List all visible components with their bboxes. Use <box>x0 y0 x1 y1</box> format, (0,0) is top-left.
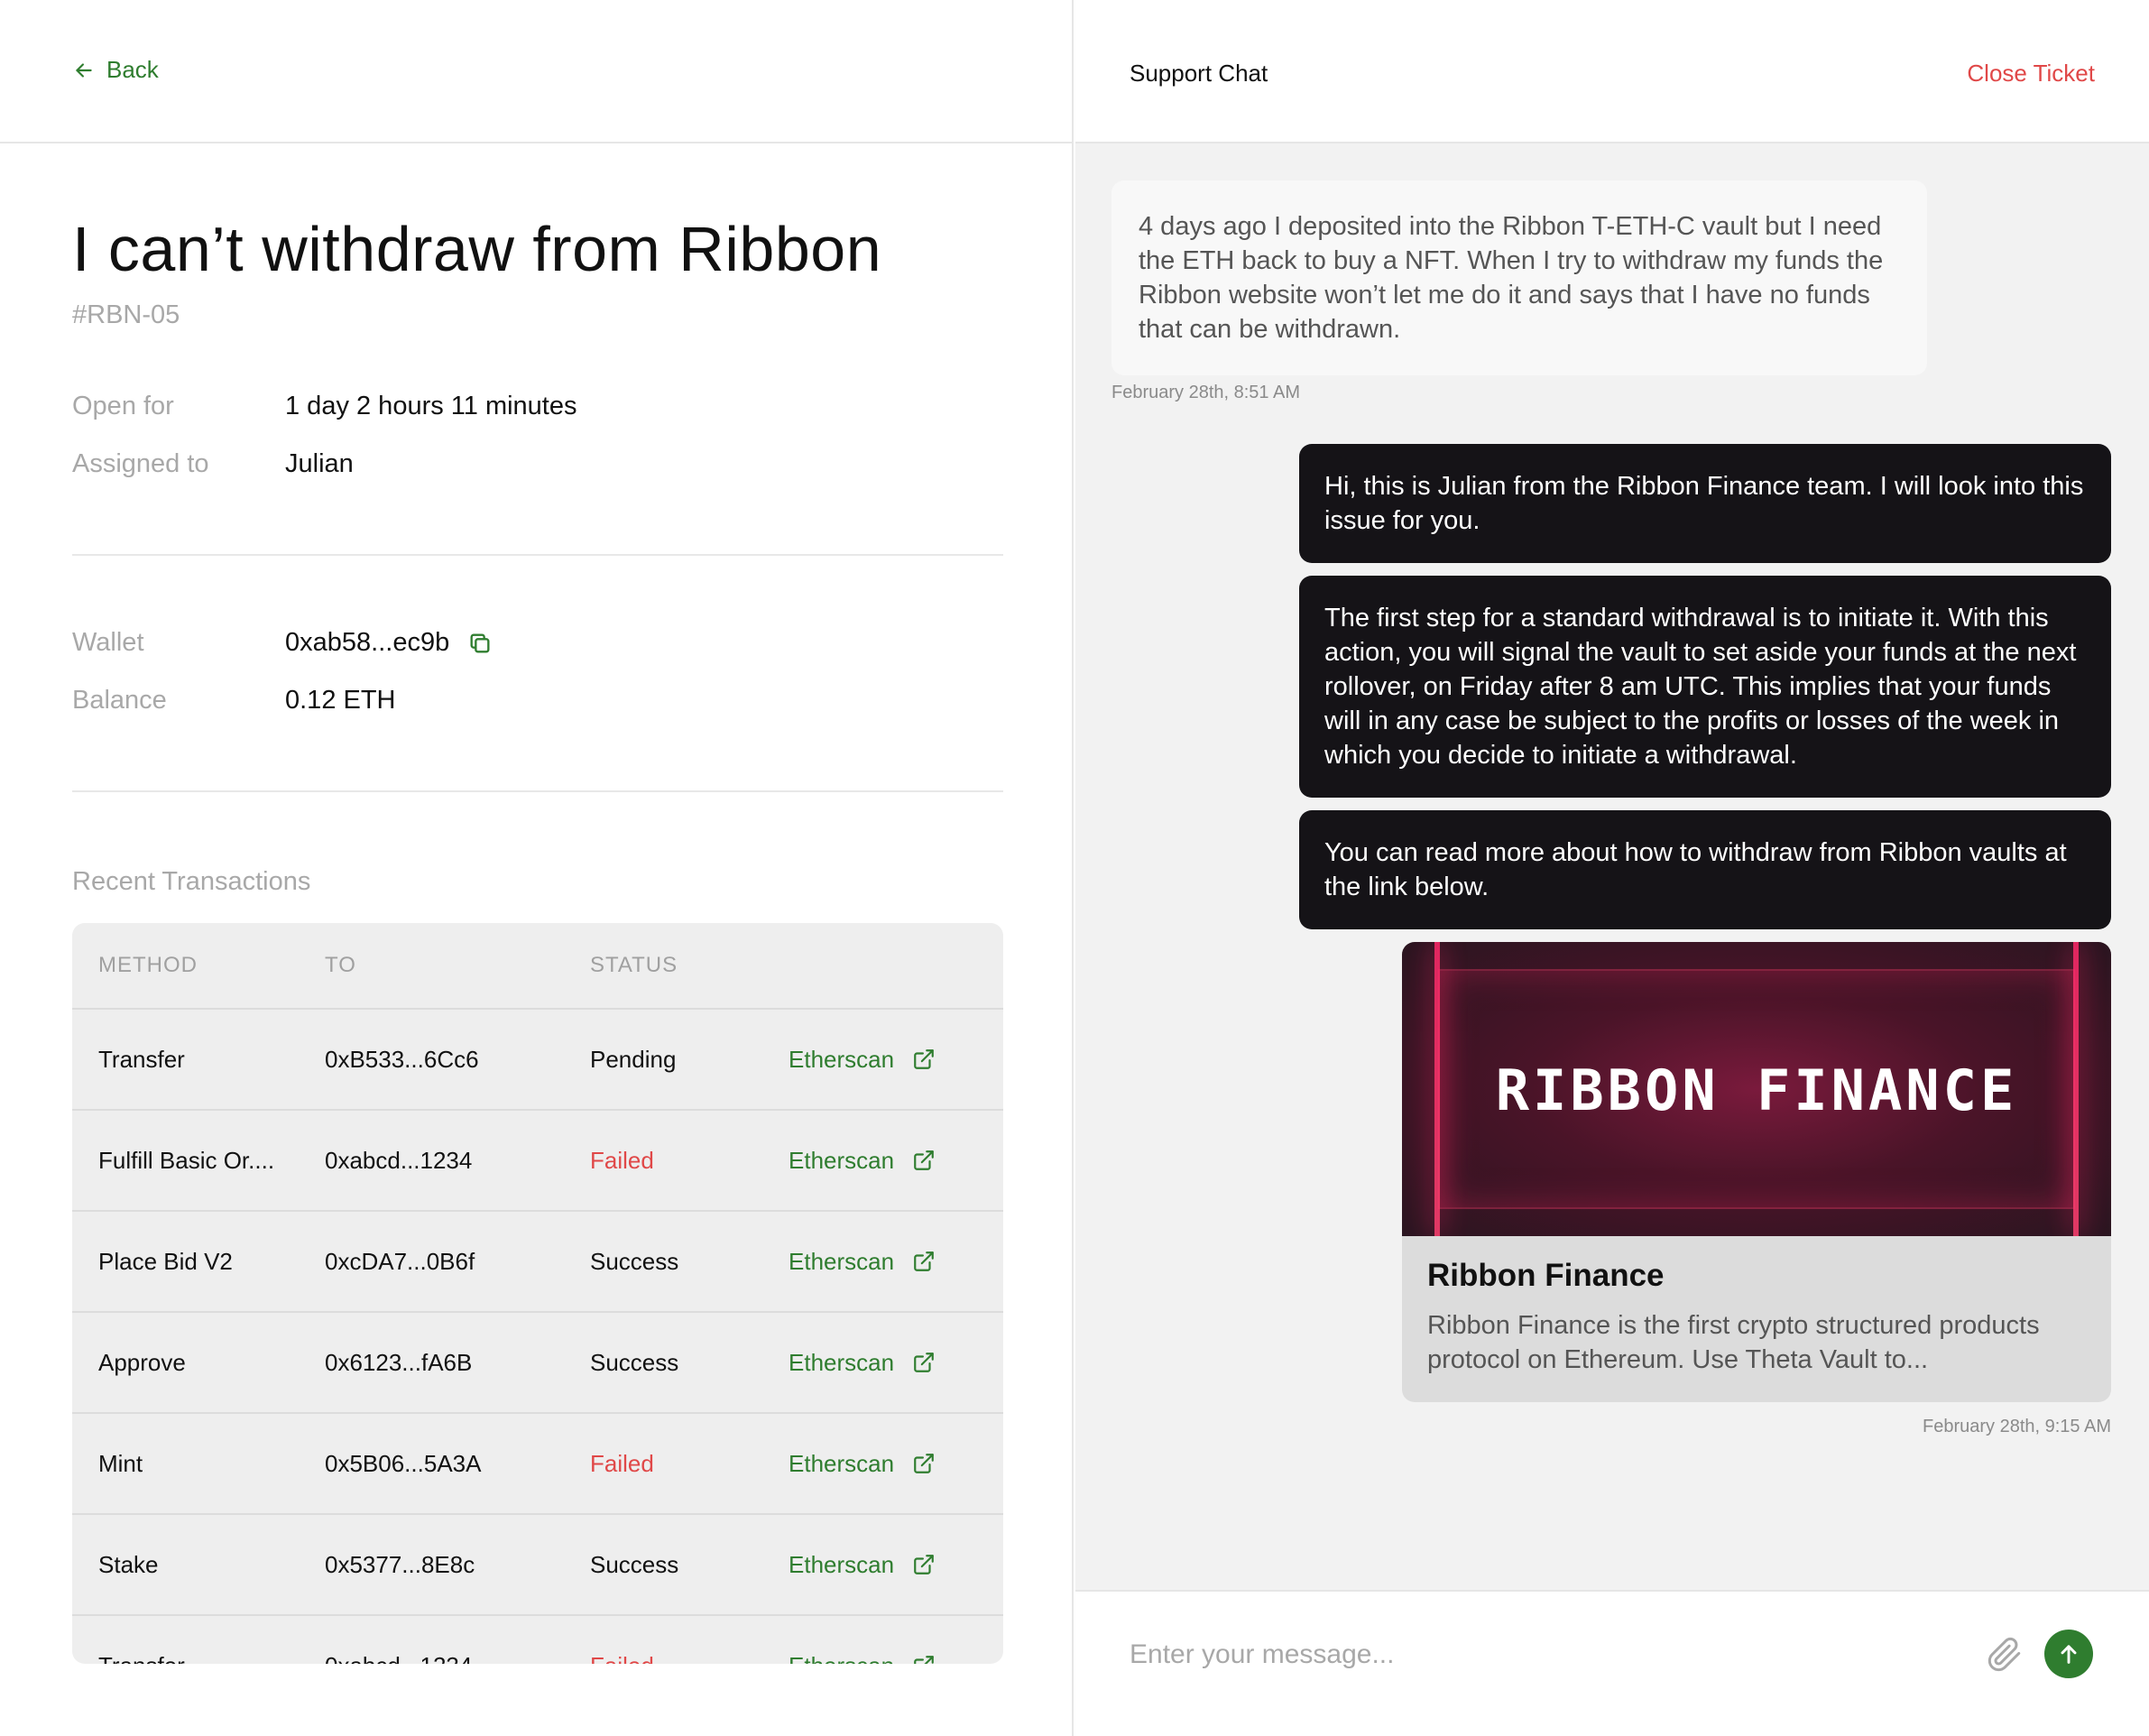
etherscan-label: Etherscan <box>789 1247 895 1275</box>
message-composer <box>1075 1590 2149 1736</box>
etherscan-label: Etherscan <box>789 1652 894 1665</box>
incoming-message: 4 days ago I deposited into the Ribbon T… <box>1111 180 1927 375</box>
etherscan-link[interactable]: Etherscan <box>789 1551 1003 1579</box>
tx-method: Mint <box>98 1449 143 1477</box>
tx-status: Pending <box>590 1045 677 1073</box>
balance-row: Balance 0.12 ETH <box>72 686 396 716</box>
arrow-up-icon <box>2061 1645 2077 1664</box>
table-header: METHOD TO STATUS <box>72 923 1003 1010</box>
external-link-icon <box>914 1353 934 1372</box>
assigned-row: Assigned to Julian <box>72 449 354 479</box>
table-row: Mint 0x5B06...5A3A Failed Etherscan <box>72 1414 1003 1515</box>
tx-method: Transfer <box>98 1045 185 1073</box>
external-link-icon <box>914 1454 934 1473</box>
etherscan-link[interactable]: Etherscan <box>789 1147 1003 1175</box>
divider <box>72 554 1003 556</box>
chat-title: Support Chat <box>1130 60 1268 87</box>
ticket-id: #RBN-05 <box>72 300 180 329</box>
etherscan-label: Etherscan <box>789 1449 895 1477</box>
chat-header: Support Chat Close Ticket <box>1075 0 2149 143</box>
divider <box>72 790 1003 792</box>
paperclip-icon[interactable] <box>1987 1635 2023 1675</box>
tx-method: Transfer <box>72 1652 325 1665</box>
external-link-icon <box>914 1656 934 1664</box>
link-preview-image: RIBBON FINANCE <box>1402 942 2111 1236</box>
recent-transactions-heading: Recent Transactions <box>72 867 311 896</box>
tx-method: Place Bid V2 <box>98 1247 233 1275</box>
tx-status: Success <box>590 1247 679 1275</box>
table-row: Transfer 0xabcd...1234 Failed Etherscan <box>72 1616 1003 1664</box>
table-row: Stake 0x5377...8E8c Success Etherscan <box>72 1515 1003 1616</box>
outgoing-message: The first step for a standard withdrawal… <box>1299 576 2111 798</box>
column-header-method: METHOD <box>98 953 198 977</box>
tx-to: 0x5B06...5A3A <box>325 1449 482 1477</box>
external-link-icon <box>914 1150 934 1170</box>
tx-to: 0x5377...8E8c <box>325 1550 475 1578</box>
tx-to: 0xB533...6Cc6 <box>325 1045 479 1073</box>
open-for-row: Open for 1 day 2 hours 11 minutes <box>72 392 577 421</box>
table-row: Transfer 0xB533...6Cc6 Pending Etherscan <box>72 1010 1003 1111</box>
external-link-icon <box>914 1555 934 1574</box>
arrow-left-icon <box>76 62 92 78</box>
tx-to: 0xabcd...1234 <box>325 1652 590 1665</box>
wallet-label: Wallet <box>72 628 144 657</box>
close-ticket-button[interactable]: Close Ticket <box>1967 60 2095 88</box>
table-row: Fulfill Basic Or.... 0xabcd...1234 Faile… <box>72 1111 1003 1212</box>
back-button[interactable]: Back <box>72 56 159 84</box>
etherscan-link[interactable]: Etherscan <box>789 1349 1003 1377</box>
open-for-value: 1 day 2 hours 11 minutes <box>285 392 577 420</box>
back-label: Back <box>106 56 159 83</box>
wallet-row: Wallet 0xab58...ec9b <box>72 628 493 658</box>
tx-status: Failed <box>590 1652 789 1665</box>
etherscan-link[interactable]: Etherscan <box>789 1450 1003 1478</box>
tx-method: Approve <box>98 1348 186 1376</box>
etherscan-label: Etherscan <box>789 1348 895 1376</box>
wallet-address: 0xab58...ec9b <box>285 628 450 657</box>
link-preview-card[interactable]: RIBBON FINANCE Ribbon Finance Ribbon Fin… <box>1402 942 2111 1402</box>
etherscan-link[interactable]: Etherscan <box>789 1046 1003 1074</box>
ribbon-finance-logo: RIBBON FINANCE <box>1495 1057 2018 1123</box>
tx-to: 0xcDA7...0B6f <box>325 1247 475 1275</box>
ticket-panel: Back I can’t withdraw from Ribbon #RBN-0… <box>0 0 1074 1736</box>
external-link-icon <box>914 1251 934 1271</box>
outgoing-message: You can read more about how to withdraw … <box>1299 810 2111 929</box>
column-header-to: TO <box>325 953 356 977</box>
incoming-timestamp: February 28th, 8:51 AM <box>1111 383 1301 402</box>
tx-method: Fulfill Basic Or.... <box>98 1146 275 1174</box>
tx-status: Failed <box>590 1449 654 1477</box>
ticket-title: I can’t withdraw from Ribbon <box>72 214 882 284</box>
balance-value: 0.12 ETH <box>285 686 396 715</box>
assigned-label: Assigned to <box>72 449 209 478</box>
link-preview-description: Ribbon Finance is the first crypto struc… <box>1427 1311 2040 1374</box>
tx-method: Stake <box>98 1550 159 1578</box>
outgoing-message: Hi, this is Julian from the Ribbon Finan… <box>1299 444 2111 563</box>
send-button[interactable] <box>2044 1630 2093 1678</box>
tx-status: Failed <box>590 1146 654 1174</box>
outgoing-timestamp: February 28th, 9:15 AM <box>1922 1417 2111 1436</box>
message-input[interactable] <box>1130 1628 1941 1682</box>
column-header-status: STATUS <box>590 953 678 977</box>
assigned-value: Julian <box>285 449 354 478</box>
etherscan-label: Etherscan <box>789 1550 895 1578</box>
ticket-header: Back <box>0 0 1074 143</box>
table-row: Approve 0x6123...fA6B Success Etherscan <box>72 1313 1003 1414</box>
table-row: Place Bid V2 0xcDA7...0B6f Success Ether… <box>72 1212 1003 1313</box>
tx-to: 0xabcd...1234 <box>325 1146 473 1174</box>
copy-icon[interactable] <box>467 631 493 656</box>
external-link-icon <box>914 1049 934 1069</box>
etherscan-label: Etherscan <box>789 1146 895 1174</box>
tx-to: 0x6123...fA6B <box>325 1348 473 1376</box>
balance-label: Balance <box>72 686 167 715</box>
support-chat-panel: Support Chat Close Ticket 4 days ago I d… <box>1075 0 2149 1736</box>
tx-status: Success <box>590 1550 679 1578</box>
etherscan-link[interactable]: Etherscan <box>789 1652 1003 1665</box>
link-preview-title: Ribbon Finance <box>1427 1258 1665 1293</box>
transactions-table: METHOD TO STATUS Transfer 0xB533...6Cc6 … <box>72 923 1003 1664</box>
open-for-label: Open for <box>72 392 174 420</box>
etherscan-label: Etherscan <box>789 1045 895 1073</box>
tx-status: Success <box>590 1348 679 1376</box>
etherscan-link[interactable]: Etherscan <box>789 1248 1003 1276</box>
